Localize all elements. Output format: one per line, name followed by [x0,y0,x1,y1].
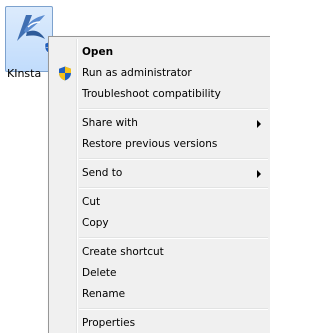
menu-item-copy[interactable]: Copy [51,213,269,234]
menu-item-label: Create shortcut [82,246,164,258]
menu-item-troubleshoot-compatibility[interactable]: Troubleshoot compatibility [51,84,269,105]
menu-item-label: Rename [82,288,126,300]
menu-item-restore-previous-versions[interactable]: Restore previous versions [51,134,269,155]
context-menu: Open Run as administrator Troubleshoot c… [48,36,270,333]
menu-item-label: Copy [82,217,109,229]
menu-item-label: Properties [82,317,136,329]
menu-item-rename[interactable]: Rename [51,284,269,305]
menu-separator [79,308,268,310]
menu-item-label: Delete [82,267,117,279]
menu-item-label: Restore previous versions [82,138,218,150]
menu-item-delete[interactable]: Delete [51,263,269,284]
submenu-arrow-icon [257,120,261,128]
submenu-arrow-icon [257,170,261,178]
menu-item-create-shortcut[interactable]: Create shortcut [51,242,269,263]
menu-item-send-to[interactable]: Send to [51,163,269,184]
menu-item-label: Run as administrator [82,67,192,79]
menu-separator [79,158,268,160]
menu-item-run-as-administrator[interactable]: Run as administrator [51,63,269,84]
desktop-shortcut-caption: KInsta [7,67,42,80]
menu-item-label: Cut [82,196,101,208]
menu-item-label: Send to [82,167,123,179]
menu-separator [79,187,268,189]
menu-item-share-with[interactable]: Share with [51,113,269,134]
menu-separator [79,108,268,110]
kinsta-logo-icon [17,15,45,41]
desktop: KInsta Open Run as administrator Trouble… [0,0,270,333]
menu-item-label: Open [82,46,114,58]
desktop-shortcut[interactable]: KInsta [5,6,56,80]
menu-item-label: Troubleshoot compatibility [82,88,221,100]
menu-separator [79,237,268,239]
menu-item-open[interactable]: Open [51,42,269,63]
menu-item-label: Share with [82,117,138,129]
uac-shield-icon [59,66,71,81]
menu-item-properties[interactable]: Properties [51,313,269,333]
menu-item-cut[interactable]: Cut [51,192,269,213]
